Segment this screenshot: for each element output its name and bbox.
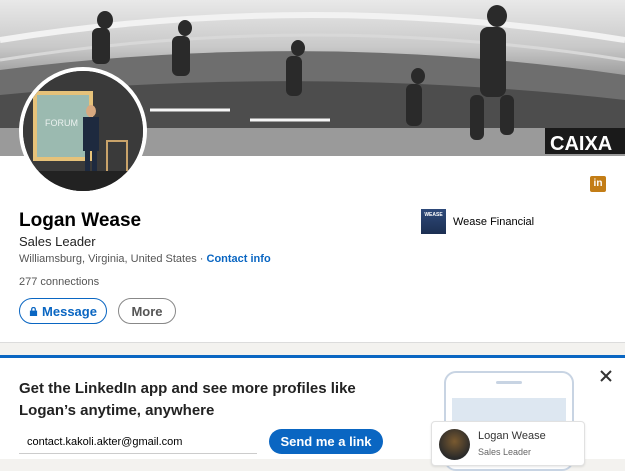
connections-count: 277 connections <box>19 276 100 288</box>
mini-profile-name: Logan Wease <box>478 430 546 442</box>
profile-location: Williamsburg, Virginia, United States <box>19 253 197 265</box>
profile-headline: Sales Leader <box>19 234 96 249</box>
message-button[interactable]: Message <box>19 298 107 324</box>
current-company[interactable]: WEASE Wease Financial <box>421 209 534 234</box>
contact-info-link[interactable]: Contact info <box>207 253 271 265</box>
phone-notch <box>496 381 522 384</box>
svg-text:CAIXA: CAIXA <box>550 133 612 155</box>
email-input[interactable] <box>19 430 257 454</box>
avatar-photo: FORUM <box>23 71 143 191</box>
promo-title: Get the LinkedIn app and see more profil… <box>19 380 356 419</box>
company-name: Wease Financial <box>453 215 535 228</box>
send-link-button[interactable]: Send me a link <box>269 429 383 454</box>
company-logo: WEASE <box>421 209 446 234</box>
close-icon[interactable] <box>598 368 614 384</box>
profile-avatar[interactable]: FORUM <box>19 67 147 195</box>
more-button[interactable]: More <box>118 298 176 324</box>
profile-name: Logan Wease <box>19 210 142 231</box>
mini-avatar <box>439 429 470 460</box>
linkedin-icon[interactable]: in <box>590 176 606 192</box>
message-button-label: Message <box>42 303 97 319</box>
lock-icon <box>29 306 38 316</box>
company-logo-text: WEASE <box>424 212 443 218</box>
profile-location-row: Williamsburg, Virginia, United States · … <box>19 253 271 265</box>
mini-profile-headline: Sales Leader <box>478 447 532 457</box>
mini-profile-card: Logan Wease Sales Leader <box>431 421 585 466</box>
location-separator: · <box>199 253 204 265</box>
app-promo-banner: Get the LinkedIn app and see more profil… <box>0 355 625 471</box>
more-button-label: More <box>131 303 163 319</box>
profile-card: CAIXA FORUM in Logan Wease Sales Leader … <box>0 0 625 343</box>
send-link-label: Send me a link <box>280 434 372 449</box>
svg-text:FORUM: FORUM <box>45 118 78 128</box>
